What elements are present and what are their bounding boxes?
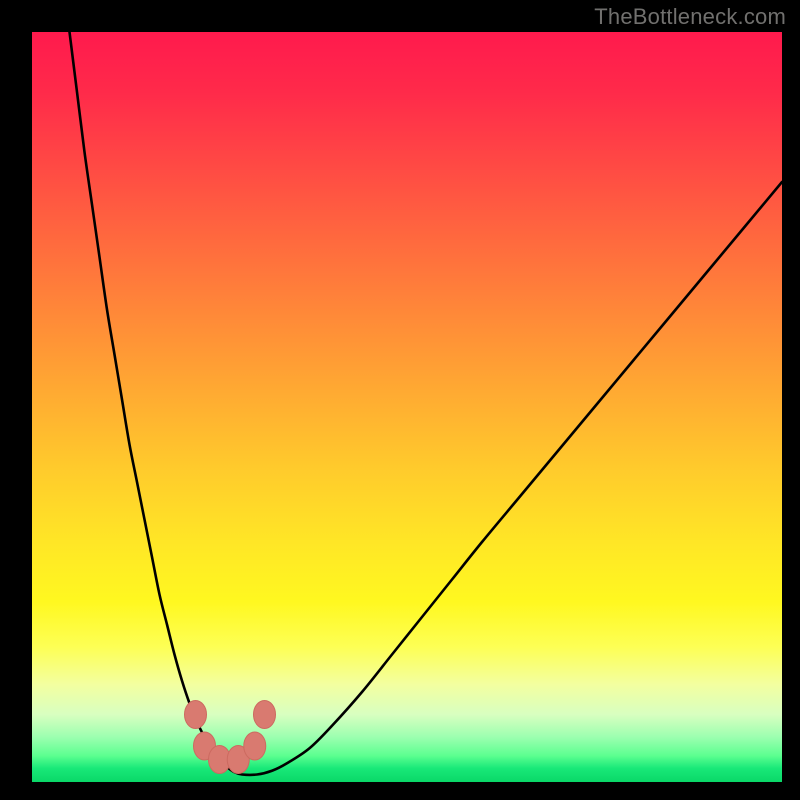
- curve-marker-5: [254, 701, 276, 729]
- image-frame: TheBottleneck.com: [0, 0, 800, 800]
- curve-marker-0: [185, 701, 207, 729]
- bottleneck-chart: [32, 32, 782, 782]
- bottleneck-curve-line: [70, 32, 783, 775]
- curve-marker-4: [244, 732, 266, 760]
- plot-area: [32, 32, 782, 782]
- watermark-text: TheBottleneck.com: [594, 4, 786, 30]
- curve-markers: [185, 701, 276, 774]
